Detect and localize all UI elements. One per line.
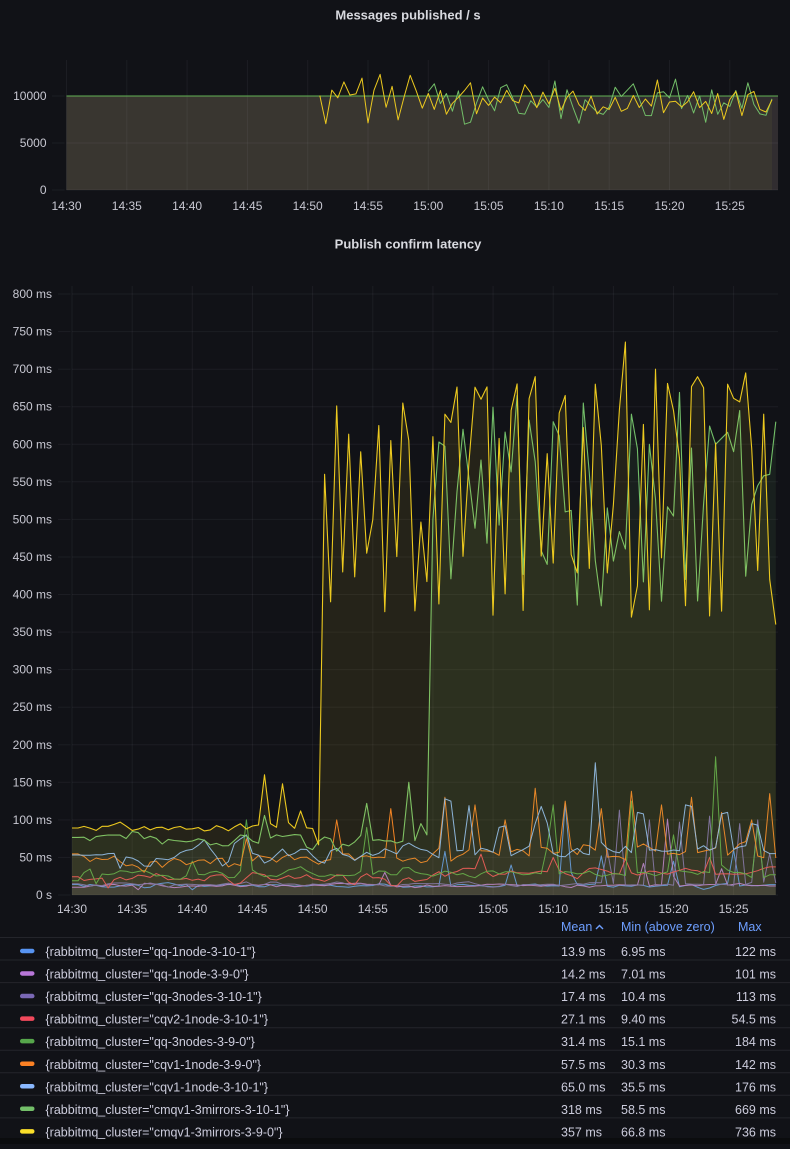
svg-text:14:35: 14:35 [117, 902, 147, 916]
svg-text:15:20: 15:20 [658, 902, 688, 916]
svg-text:Max: Max [738, 920, 762, 934]
svg-text:750 ms: 750 ms [13, 325, 52, 339]
svg-text:14:45: 14:45 [237, 902, 267, 916]
svg-text:15:00: 15:00 [413, 199, 443, 213]
svg-text:15:20: 15:20 [654, 199, 684, 213]
svg-text:14:50: 14:50 [298, 902, 328, 916]
svg-text:0: 0 [40, 183, 47, 197]
svg-text:17.4 ms: 17.4 ms [561, 990, 605, 1004]
svg-text:27.1 ms: 27.1 ms [561, 1013, 605, 1027]
svg-text:{rabbitmq_cluster="qq-3nodes-3: {rabbitmq_cluster="qq-3nodes-3-9-0"} [46, 1035, 255, 1049]
svg-text:65.0 ms: 65.0 ms [561, 1080, 605, 1094]
svg-text:54.5 ms: 54.5 ms [732, 1013, 776, 1027]
svg-text:300 ms: 300 ms [13, 663, 52, 677]
svg-text:15:15: 15:15 [598, 902, 628, 916]
svg-text:{rabbitmq_cluster="cqv1-1node-: {rabbitmq_cluster="cqv1-1node-3-9-0"} [46, 1058, 262, 1072]
svg-text:669 ms: 669 ms [735, 1103, 776, 1117]
svg-text:600 ms: 600 ms [13, 437, 52, 451]
svg-text:142 ms: 142 ms [735, 1058, 776, 1072]
svg-text:30.3 ms: 30.3 ms [621, 1058, 665, 1072]
svg-text:{rabbitmq_cluster="cqv2-1node-: {rabbitmq_cluster="cqv2-1node-3-10-1"} [46, 1013, 269, 1027]
svg-text:15.1 ms: 15.1 ms [621, 1035, 665, 1049]
svg-text:400 ms: 400 ms [13, 588, 52, 602]
svg-text:35.5 ms: 35.5 ms [621, 1080, 665, 1094]
svg-text:14:30: 14:30 [57, 902, 87, 916]
svg-text:15:00: 15:00 [418, 902, 448, 916]
svg-text:122 ms: 122 ms [735, 945, 776, 959]
svg-text:31.4 ms: 31.4 ms [561, 1035, 605, 1049]
svg-text:14:40: 14:40 [172, 199, 202, 213]
svg-text:9.40 ms: 9.40 ms [621, 1013, 665, 1027]
svg-text:{rabbitmq_cluster="qq-3nodes-3: {rabbitmq_cluster="qq-3nodes-3-10-1"} [46, 990, 262, 1004]
svg-text:{rabbitmq_cluster="qq-1node-3-: {rabbitmq_cluster="qq-1node-3-9-0"} [46, 968, 249, 982]
svg-text:15:10: 15:10 [538, 902, 568, 916]
svg-text:6.95 ms: 6.95 ms [621, 945, 665, 959]
svg-text:7.01 ms: 7.01 ms [621, 968, 665, 982]
svg-text:5000: 5000 [20, 136, 47, 150]
svg-text:100 ms: 100 ms [13, 813, 52, 827]
svg-text:700 ms: 700 ms [13, 362, 52, 376]
svg-text:200 ms: 200 ms [13, 738, 52, 752]
svg-text:{rabbitmq_cluster="qq-1node-3-: {rabbitmq_cluster="qq-1node-3-10-1"} [46, 945, 256, 959]
svg-text:14:55: 14:55 [353, 199, 383, 213]
svg-text:14:55: 14:55 [358, 902, 388, 916]
svg-text:250 ms: 250 ms [13, 700, 52, 714]
svg-text:{rabbitmq_cluster="cqv1-1node-: {rabbitmq_cluster="cqv1-1node-3-10-1"} [46, 1080, 269, 1094]
svg-text:14:45: 14:45 [232, 199, 262, 213]
svg-text:550 ms: 550 ms [13, 475, 52, 489]
svg-text:0 s: 0 s [36, 888, 52, 902]
svg-text:{rabbitmq_cluster="cmqv1-3mirr: {rabbitmq_cluster="cmqv1-3mirrors-3-9-0"… [46, 1125, 283, 1139]
svg-text:15:25: 15:25 [719, 902, 749, 916]
svg-text:650 ms: 650 ms [13, 400, 52, 414]
svg-text:{rabbitmq_cluster="cmqv1-3mirr: {rabbitmq_cluster="cmqv1-3mirrors-3-10-1… [46, 1103, 290, 1117]
svg-text:14:30: 14:30 [51, 199, 81, 213]
svg-text:50 ms: 50 ms [19, 850, 52, 864]
svg-text:58.5 ms: 58.5 ms [621, 1103, 665, 1117]
svg-text:350 ms: 350 ms [13, 625, 52, 639]
svg-text:Messages published / s: Messages published / s [335, 8, 480, 23]
svg-text:150 ms: 150 ms [13, 775, 52, 789]
svg-text:800 ms: 800 ms [13, 287, 52, 301]
svg-text:14:50: 14:50 [293, 199, 323, 213]
svg-text:13.9 ms: 13.9 ms [561, 945, 605, 959]
svg-text:15:25: 15:25 [715, 199, 745, 213]
svg-text:Min (above zero): Min (above zero) [621, 920, 715, 934]
svg-text:14.2 ms: 14.2 ms [561, 968, 605, 982]
svg-text:57.5 ms: 57.5 ms [561, 1058, 605, 1072]
svg-text:357 ms: 357 ms [561, 1125, 602, 1139]
svg-text:10000: 10000 [13, 89, 47, 103]
svg-text:318 ms: 318 ms [561, 1103, 602, 1117]
svg-text:15:05: 15:05 [478, 902, 508, 916]
svg-text:500 ms: 500 ms [13, 512, 52, 526]
svg-text:14:35: 14:35 [112, 199, 142, 213]
svg-text:184 ms: 184 ms [735, 1035, 776, 1049]
svg-text:450 ms: 450 ms [13, 550, 52, 564]
svg-text:176 ms: 176 ms [735, 1080, 776, 1094]
svg-text:15:15: 15:15 [594, 199, 624, 213]
svg-text:Publish confirm latency: Publish confirm latency [335, 237, 482, 252]
svg-text:101 ms: 101 ms [735, 968, 776, 982]
svg-text:113 ms: 113 ms [736, 990, 776, 1004]
svg-text:Mean: Mean [561, 920, 592, 934]
svg-text:10.4 ms: 10.4 ms [621, 990, 665, 1004]
svg-text:15:05: 15:05 [474, 199, 504, 213]
svg-text:15:10: 15:10 [534, 199, 564, 213]
svg-text:14:40: 14:40 [177, 902, 207, 916]
svg-text:66.8 ms: 66.8 ms [621, 1125, 665, 1139]
svg-text:736 ms: 736 ms [735, 1125, 776, 1139]
